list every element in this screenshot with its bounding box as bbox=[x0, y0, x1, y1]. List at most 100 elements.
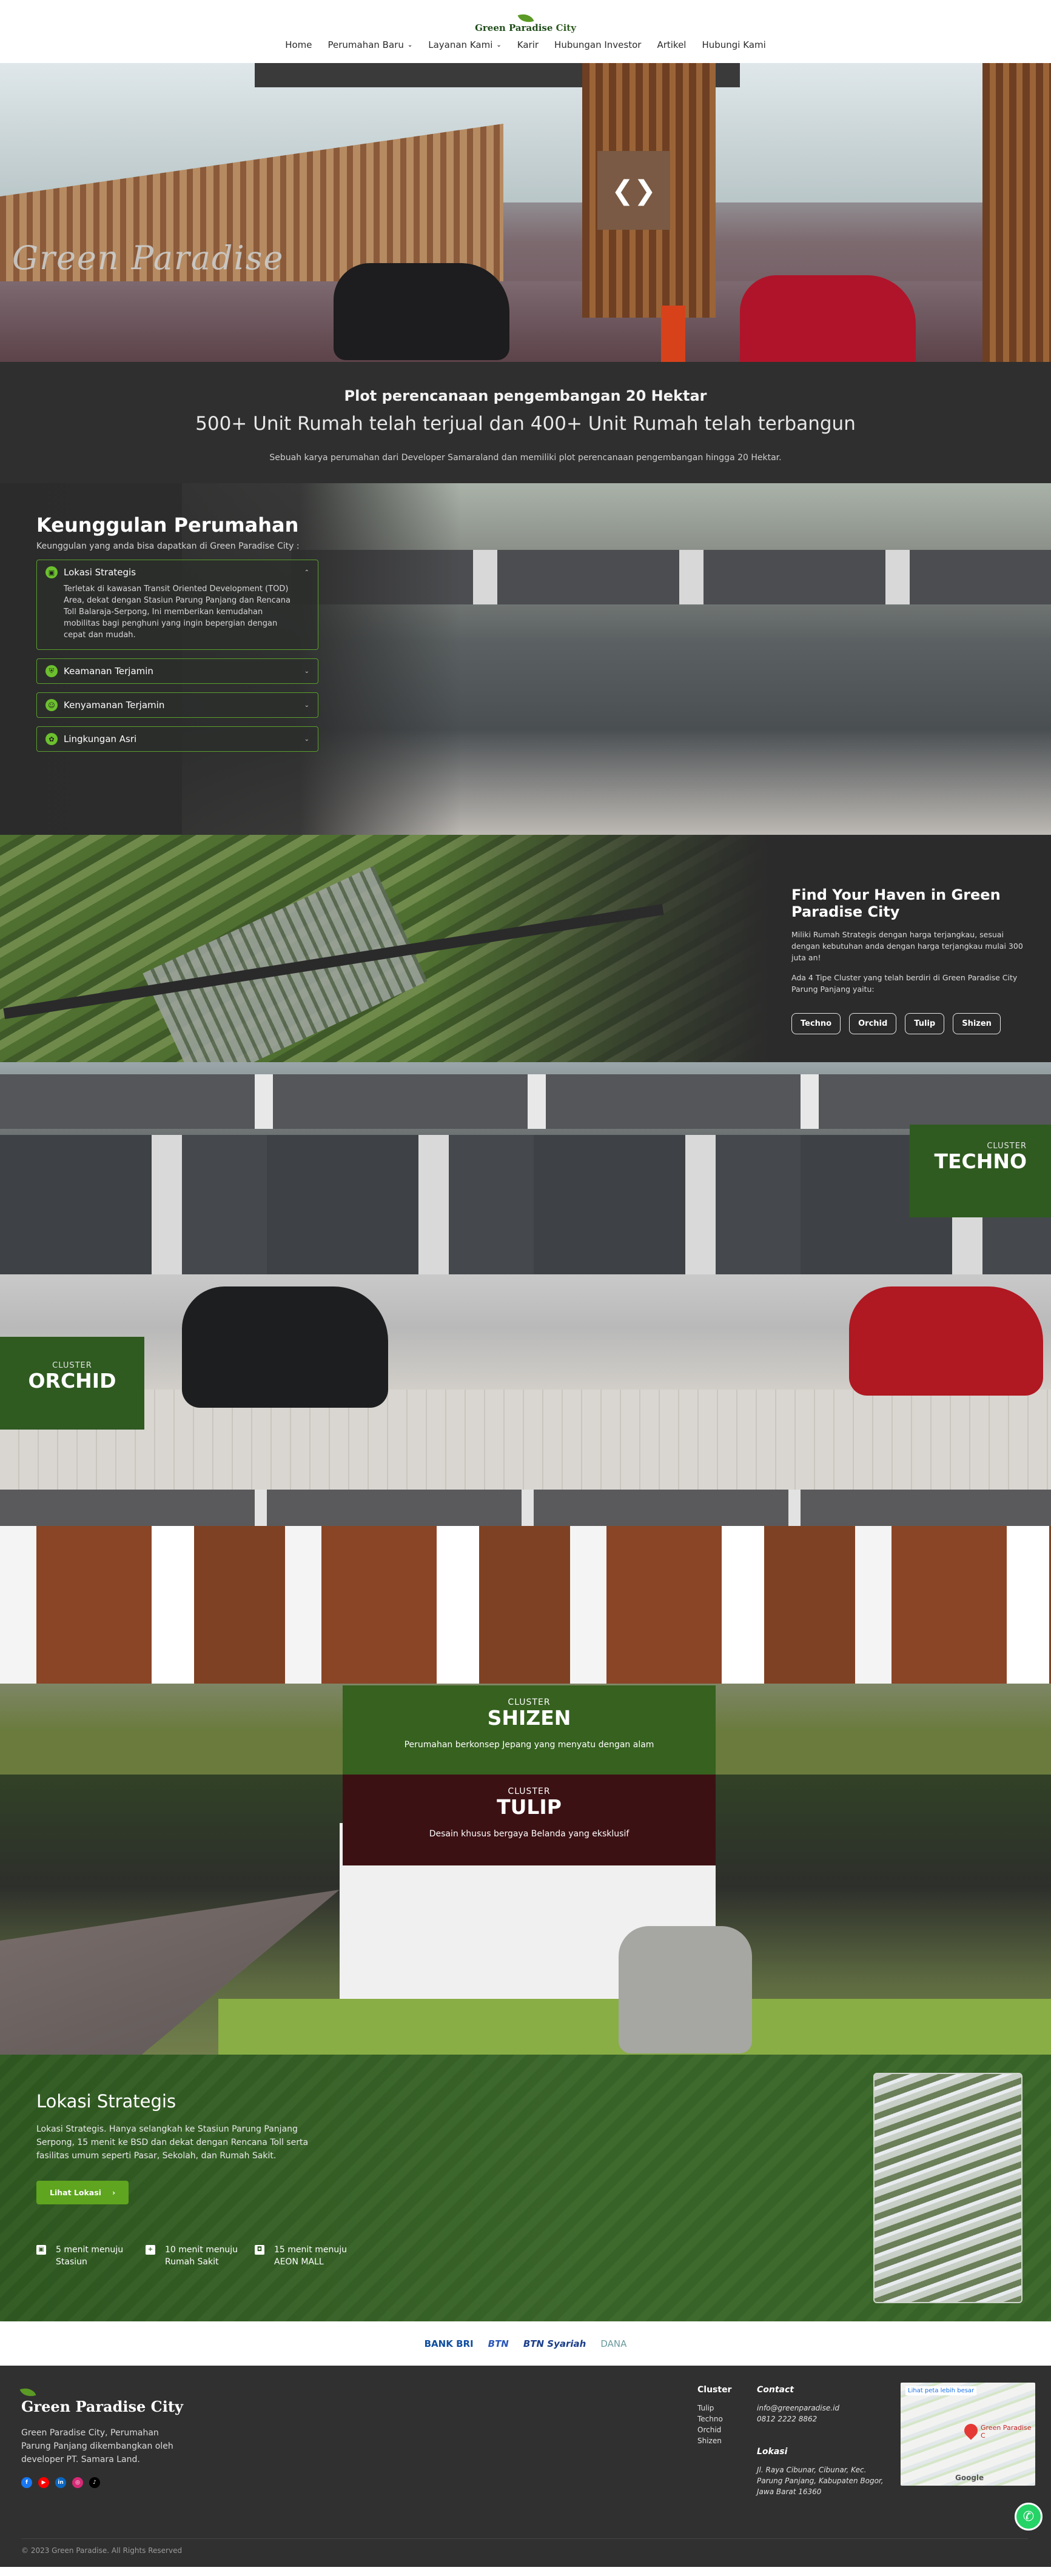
site-header: Green Paradise City Home Perumahan Baru ⌄… bbox=[0, 0, 1051, 63]
train-icon: ▣ bbox=[45, 566, 58, 578]
cluster-techno-badge[interactable]: CLUSTER TECHNO bbox=[910, 1125, 1051, 1217]
keunggulan-subtitle: Keunggulan yang anda bisa dapatkan di Gr… bbox=[36, 541, 300, 551]
main-nav: Home Perumahan Baru ⌄ Layanan Kami ⌄ Karir… bbox=[285, 39, 766, 50]
cluster-description: Perumahan berkonsep Jepang yang menyatu … bbox=[404, 1740, 654, 1750]
cluster-button-techno[interactable]: Techno bbox=[791, 1013, 841, 1034]
chevron-right-icon: › bbox=[112, 2188, 116, 2197]
chevron-down-icon: ⌄ bbox=[304, 667, 309, 675]
gate-pillar-right bbox=[982, 63, 1051, 362]
google-logo: Google bbox=[955, 2474, 984, 2482]
nav-perumahan-baru[interactable]: Perumahan Baru ⌄ bbox=[327, 39, 412, 50]
distance-list: ▣ 5 menit menuju Stasiun +10 menit menuju R… bbox=[36, 2244, 364, 2268]
accordion-item-lokasi-strategis[interactable]: ▣ Lokasi Strategis ⌃ Terletak di kawasan T… bbox=[36, 560, 318, 650]
black-car bbox=[334, 263, 509, 360]
plot-kicker: Plot perencanaan pengembangan 20 Hektar bbox=[344, 387, 707, 404]
nav-home[interactable]: Home bbox=[285, 39, 312, 50]
footer-link-orchid[interactable]: Orchid bbox=[697, 2424, 731, 2435]
entrance-sign: Green Paradise bbox=[12, 239, 284, 277]
instagram-icon[interactable]: ◎ bbox=[72, 2477, 83, 2488]
chevron-down-icon: ⌄ bbox=[304, 735, 309, 743]
plot-headline: 500+ Unit Rumah telah terjual dan 400+ U… bbox=[195, 413, 856, 435]
shield-icon: ⛨ bbox=[45, 665, 58, 677]
site-footer: Green Paradise City Green Paradise City,… bbox=[0, 2366, 1051, 2567]
haven-title: Find Your Haven in Green Paradise City bbox=[791, 886, 1001, 920]
copyright: © 2023 Green Paradise. All Rights Reserv… bbox=[21, 2538, 1028, 2555]
cluster-orchid-badge[interactable]: CLUSTER ORCHID bbox=[0, 1337, 144, 1430]
gate-logo-icon: ❮❯ bbox=[597, 151, 670, 230]
red-car bbox=[740, 275, 916, 362]
cluster-description: Desain khusus bergaya Belanda yang ekskl… bbox=[429, 1829, 630, 1839]
smile-icon: ☺ bbox=[45, 699, 58, 711]
lihat-lokasi-button[interactable]: Lihat Lokasi › bbox=[36, 2181, 129, 2204]
facebook-icon[interactable]: f bbox=[21, 2477, 32, 2488]
distance-item: ▣ 5 menit menuju Stasiun bbox=[36, 2244, 146, 2268]
accordion-label: Lingkungan Asri bbox=[64, 734, 137, 744]
map-place-label: Green Paradise C bbox=[981, 2424, 1032, 2440]
cluster-button-tulip[interactable]: Tulip bbox=[905, 1013, 945, 1034]
footer-address: Jl. Raya Cibunar, Cibunar, Kec. Parung P… bbox=[757, 2466, 884, 2496]
footer-link-techno[interactable]: Techno bbox=[697, 2414, 731, 2424]
map-larger-link[interactable]: Lihat peta lebih besar bbox=[905, 2386, 977, 2395]
nav-layanan-kami[interactable]: Layanan Kami ⌄ bbox=[428, 39, 502, 50]
cluster-name: TULIP bbox=[497, 1795, 562, 1819]
cluster-orchid: CLUSTER ORCHID bbox=[0, 1274, 1051, 1490]
whatsapp-icon: ✆ bbox=[1022, 2509, 1035, 2524]
footer-cluster-column: Cluster Tulip Techno Orchid Shizen bbox=[697, 2385, 732, 2446]
accordion-item-keamanan-terjamin[interactable]: ⛨ Keamanan Terjamin ⌄ bbox=[36, 658, 318, 684]
logo-text-city: City bbox=[556, 22, 576, 33]
tiktok-icon[interactable]: ♪ bbox=[89, 2477, 100, 2488]
distance-item: +10 menit menuju Rumah Sakit bbox=[146, 2244, 255, 2268]
footer-phone[interactable]: 0812 2222 8862 bbox=[757, 2415, 817, 2423]
footer-about: Green Paradise City, Perumahan Parung Pa… bbox=[21, 2428, 173, 2464]
linkedin-icon[interactable]: in bbox=[55, 2477, 66, 2488]
black-car bbox=[182, 1286, 388, 1408]
footer-contact-column: Contact info@greenparadise.id 0812 2222 … bbox=[757, 2385, 884, 2496]
logo-text: Green Paradise bbox=[475, 22, 553, 33]
footer-link-shizen[interactable]: Shizen bbox=[697, 2435, 731, 2446]
btn-syariah-logo: BTN Syariah bbox=[523, 2338, 586, 2349]
keunggulan-section: Keunggulan Perumahan Keunggulan yang and… bbox=[0, 483, 1051, 835]
leaf-icon: ✿ bbox=[45, 733, 58, 745]
red-car bbox=[849, 1286, 1043, 1396]
haven-paragraph-2: Ada 4 Tipe Cluster yang telah berdiri di… bbox=[791, 973, 1018, 994]
bank-bri-logo: BANK BRI bbox=[424, 2338, 474, 2349]
cluster-name: TECHNO bbox=[934, 1149, 1027, 1173]
nav-hubungan-investor[interactable]: Hubungan Investor bbox=[554, 39, 641, 50]
cluster-tulip: CLUSTER TULIP Desain khusus bergaya Bela… bbox=[0, 1775, 1051, 2055]
accordion-body: Terletak di kawasan Transit Oriented Dev… bbox=[64, 584, 291, 640]
haven-paragraph-1: Miliki Rumah Strategis dengan harga terj… bbox=[791, 930, 1023, 962]
nav-karir[interactable]: Karir bbox=[517, 39, 539, 50]
cluster-name: ORCHID bbox=[28, 1369, 116, 1393]
gate-barrier bbox=[661, 306, 685, 362]
embedded-google-map[interactable]: Lihat peta lebih besar Green Paradise C … bbox=[901, 2383, 1035, 2486]
map-pin-icon bbox=[961, 2421, 981, 2440]
chevron-down-icon: ⌄ bbox=[496, 41, 502, 49]
partner-logos: BANK BRI BTN BTN Syariah DANA bbox=[0, 2321, 1051, 2366]
youtube-icon[interactable]: ▶ bbox=[38, 2477, 49, 2488]
accordion-item-lingkungan-asri[interactable]: ✿ Lingkungan Asri ⌄ bbox=[36, 726, 318, 752]
site-plan-image bbox=[873, 2073, 1022, 2303]
hero-image: Green Paradise ❮❯ bbox=[0, 63, 1051, 362]
lokasi-description: Lokasi Strategis. Hanya selangkah ke Sta… bbox=[36, 2124, 309, 2161]
footer-logo[interactable]: Green Paradise City bbox=[21, 2398, 183, 2415]
whatsapp-button[interactable]: ✆ bbox=[1015, 2503, 1043, 2531]
nav-hubungi-kami[interactable]: Hubungi Kami bbox=[702, 39, 765, 50]
cluster-button-shizen[interactable]: Shizen bbox=[953, 1013, 1001, 1034]
accordion-label: Lokasi Strategis bbox=[64, 567, 136, 578]
footer-link-tulip[interactable]: Tulip bbox=[697, 2403, 731, 2414]
chevron-up-icon: ⌃ bbox=[304, 569, 309, 576]
cluster-shizen-badge[interactable]: CLUSTER SHIZEN Perumahan berkonsep Jepan… bbox=[343, 1685, 716, 1775]
accordion-item-kenyamanan-terjamin[interactable]: ☺ Kenyamanan Terjamin ⌄ bbox=[36, 692, 318, 718]
lokasi-title: Lokasi Strategis bbox=[36, 2091, 176, 2112]
cluster-button-orchid[interactable]: Orchid bbox=[849, 1013, 897, 1034]
lokasi-section: Lokasi Strategis Lokasi Strategis. Hanya… bbox=[0, 2055, 1051, 2321]
nav-artikel[interactable]: Artikel bbox=[657, 39, 686, 50]
cluster-name: SHIZEN bbox=[487, 1706, 571, 1730]
site-logo[interactable]: Green Paradise City bbox=[475, 10, 576, 33]
btn-logo: BTN bbox=[488, 2338, 509, 2349]
social-links: f ▶ in ◎ ♪ bbox=[21, 2477, 183, 2488]
footer-email[interactable]: info@greenparadise.id bbox=[757, 2404, 839, 2412]
mall-icon: ◘ bbox=[255, 2245, 264, 2255]
cluster-tulip-badge[interactable]: CLUSTER TULIP Desain khusus bergaya Bela… bbox=[343, 1775, 716, 1865]
accordion-label: Kenyamanan Terjamin bbox=[64, 700, 165, 711]
